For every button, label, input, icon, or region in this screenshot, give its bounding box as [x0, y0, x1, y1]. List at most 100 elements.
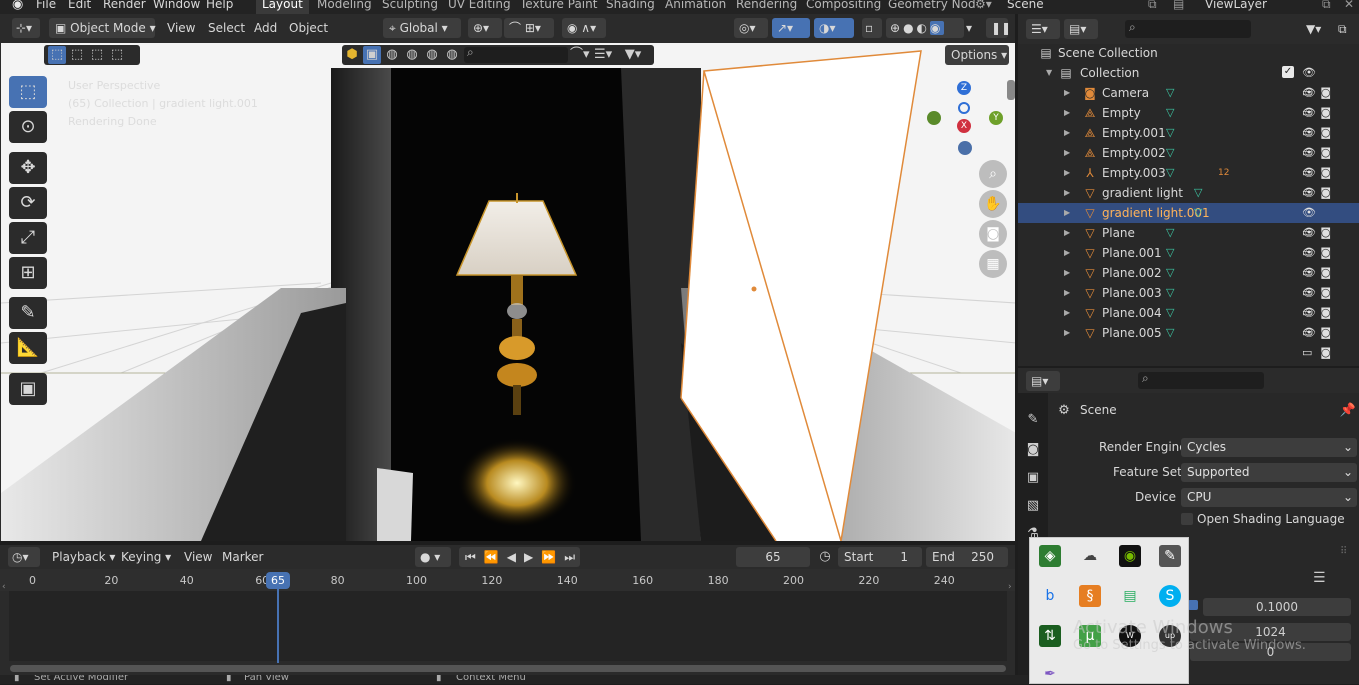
gizmo-neg-y[interactable]	[927, 111, 941, 125]
list-icon[interactable]: ☰	[1313, 570, 1326, 586]
data-link-icon[interactable]: ▽	[1166, 323, 1174, 343]
outliner-row[interactable]: ▶ ◙ Camera ▽ 👁▭◙	[1018, 83, 1359, 119]
select-new-icon[interactable]: ⬚	[48, 46, 66, 64]
outliner-row[interactable]: ▶ ▽ Plane.001 ▽ 👁▭◙	[1018, 243, 1359, 279]
timeline-area[interactable]: 0 20 40 60 80 100 120 140 160 180 200 220 240 65 ‹ ›	[0, 569, 1015, 684]
select-box-tool[interactable]: ⬚	[9, 76, 47, 108]
workspace-tab-layout[interactable]: Layout	[256, 0, 309, 14]
feature-set-dropdown[interactable]: Supported ⌄	[1181, 463, 1357, 482]
preview-range-icon[interactable]: ◷	[816, 548, 834, 566]
sublime-icon[interactable]: §	[1079, 585, 1101, 607]
annotate-tool[interactable]: ✎	[9, 297, 47, 329]
noise-threshold-field[interactable]: 0.1000	[1203, 598, 1351, 616]
timeline-scrollbar[interactable]	[10, 665, 1006, 672]
render-region-icon[interactable]: ▣	[363, 46, 381, 64]
data-link-icon[interactable]: ▽	[1166, 103, 1174, 123]
outliner-row[interactable]: ▶ ▽ Plane ▽ 👁▭◙	[1018, 223, 1359, 259]
device-dropdown[interactable]: CPU ⌄	[1181, 488, 1357, 507]
properties-editor-type-icon[interactable]: ▤▾	[1026, 371, 1060, 391]
expand-icon[interactable]: ▶	[1064, 323, 1070, 343]
expand-icon[interactable]: ▶	[1064, 283, 1070, 303]
outliner-row[interactable]: ▶ ▽ Plane.005 ▽ 👁▭◙	[1018, 323, 1359, 359]
data-link-icon[interactable]: ▽	[1166, 263, 1174, 283]
jump-end-icon[interactable]: ⏭	[564, 550, 583, 564]
data-link-icon[interactable]: ▽	[1166, 243, 1174, 263]
gizmo-neg-z[interactable]	[958, 102, 970, 114]
cursor-tool[interactable]: ⊙	[9, 111, 47, 143]
menu-window[interactable]: Window	[153, 0, 200, 11]
view-layer-icon[interactable]: ▤	[1173, 0, 1184, 11]
world-icon[interactable]: ◍	[423, 46, 441, 64]
wireframe-shading-icon[interactable]: ⊕	[890, 21, 903, 35]
data-link-icon[interactable]: ▽	[1166, 83, 1174, 103]
menu-view[interactable]: View	[167, 18, 195, 38]
measure-tool[interactable]: 📐	[9, 332, 47, 364]
right-arrow-icon[interactable]: ›	[1008, 582, 1012, 592]
filter-icon[interactable]: ▼▾	[624, 46, 642, 64]
pivot-point-icon[interactable]: ⊕▾	[468, 18, 502, 38]
expand-icon[interactable]: ▶	[1064, 243, 1070, 263]
outliner-editor-type-icon[interactable]: ☰▾	[1026, 19, 1060, 39]
data-link-icon[interactable]: ▽	[1166, 123, 1174, 143]
tool-tab-icon[interactable]: ✎	[1024, 411, 1042, 429]
next-keyframe-icon[interactable]: ⏩	[541, 550, 564, 564]
collection-exclude-checkbox[interactable]: ✓	[1282, 66, 1294, 78]
overlays-toggle-icon[interactable]: ◑▾	[814, 18, 854, 38]
solid-shading-icon[interactable]: ●	[903, 21, 916, 35]
new-collection-icon[interactable]: ⧉	[1334, 19, 1356, 39]
outliner-row[interactable]: ▶ ▽ Plane.002 ▽ 👁▭◙	[1018, 263, 1359, 299]
3d-viewport[interactable]: User Perspective (65) Collection | gradi…	[0, 43, 1015, 541]
menu-help[interactable]: Help	[206, 0, 233, 11]
new-scene-icon[interactable]: ⧉	[1148, 0, 1157, 12]
shading-options-icon[interactable]: ▾	[966, 18, 972, 38]
data-link-icon[interactable]: ▽	[1166, 283, 1174, 303]
expand-icon[interactable]: ▶	[1064, 203, 1070, 223]
data-link-icon[interactable]: ▽	[1166, 223, 1174, 243]
outliner-row[interactable]: ▶ ▽ Plane.004 ▽ 👁▭◙	[1018, 303, 1359, 339]
list-options-icon[interactable]: ☰▾	[594, 46, 612, 64]
properties-search-input[interactable]: ⌕	[1138, 371, 1264, 389]
move-tool[interactable]: ✥	[9, 152, 47, 184]
mode-dropdown[interactable]: ▣ Object Mode ▾	[49, 18, 156, 38]
menu-file[interactable]: File	[36, 0, 56, 11]
proportional-edit-icon[interactable]: ◉ ∧▾	[562, 18, 606, 38]
sphere-alt-icon[interactable]: ◍	[403, 46, 421, 64]
rendered-shading-icon[interactable]: ◉	[930, 21, 944, 35]
cloud-off-icon[interactable]: ☁	[1079, 545, 1101, 567]
display-mode-icon[interactable]: ▤▾	[1064, 19, 1098, 39]
timeline-editor-type-icon[interactable]: ◷▾	[8, 547, 40, 567]
transfer-icon[interactable]: ⇅	[1039, 625, 1061, 647]
view-layer-name[interactable]: ViewLayer	[1205, 0, 1267, 11]
gizmo-y-axis[interactable]: Y	[989, 111, 1003, 125]
expand-icon[interactable]: ▶	[1064, 103, 1070, 123]
perspective-toggle-icon[interactable]: ▦	[979, 250, 1007, 278]
skype-icon[interactable]: S	[1159, 585, 1181, 607]
outliner-search-input[interactable]: ⌕	[1125, 20, 1251, 38]
scene-icon[interactable]: ⚙▾	[975, 0, 992, 11]
material-shading-icon[interactable]: ◐	[917, 21, 930, 35]
pause-render-icon[interactable]: ❚❚	[986, 18, 1011, 38]
workspace-tab-animation[interactable]: Animation	[665, 0, 726, 11]
collection-row[interactable]: ▼ ▤ Collection ✓ 👁▭◙	[1018, 63, 1359, 99]
render-tab-icon[interactable]: ◙	[1024, 441, 1042, 459]
curve-preset-icon[interactable]: ⌒▾	[570, 46, 590, 64]
outliner-row[interactable]: ▶ ▽ Plane.003 ▽ 👁▭◙	[1018, 283, 1359, 319]
workspace-tab-rendering[interactable]: Rendering	[736, 0, 797, 11]
data-link-icon[interactable]: ▽	[1166, 303, 1174, 323]
viewport-scrollbar[interactable]	[1007, 80, 1015, 100]
material-preview-icon[interactable]: ⬢	[343, 46, 361, 64]
feather-icon[interactable]: ✒	[1039, 663, 1061, 685]
visibility-icon[interactable]: ◎▾	[734, 18, 768, 38]
snap-icon[interactable]: ⌒ ⊞▾	[504, 18, 554, 38]
outliner-row[interactable]: ▶ ⟁ Empty.002 ▽ 👁▭◙	[1018, 143, 1359, 179]
hdri-icon[interactable]: ◍	[443, 46, 461, 64]
osl-checkbox[interactable]	[1181, 513, 1193, 525]
menu-object[interactable]: Object	[289, 18, 328, 38]
outliner-row[interactable]: ▶ ⟁ Empty.001 ▽ 👁▭◙	[1018, 123, 1359, 159]
menu-select[interactable]: Select	[208, 18, 245, 38]
data-link-icon[interactable]: ▽	[1194, 183, 1202, 203]
network-icon[interactable]: ▤	[1119, 585, 1141, 607]
options-dropdown[interactable]: Options ▾	[945, 45, 1009, 65]
workspace-tab-geometry-nodes[interactable]: Geometry Nod	[888, 0, 976, 11]
pin-icon[interactable]: 📌	[1339, 402, 1357, 420]
